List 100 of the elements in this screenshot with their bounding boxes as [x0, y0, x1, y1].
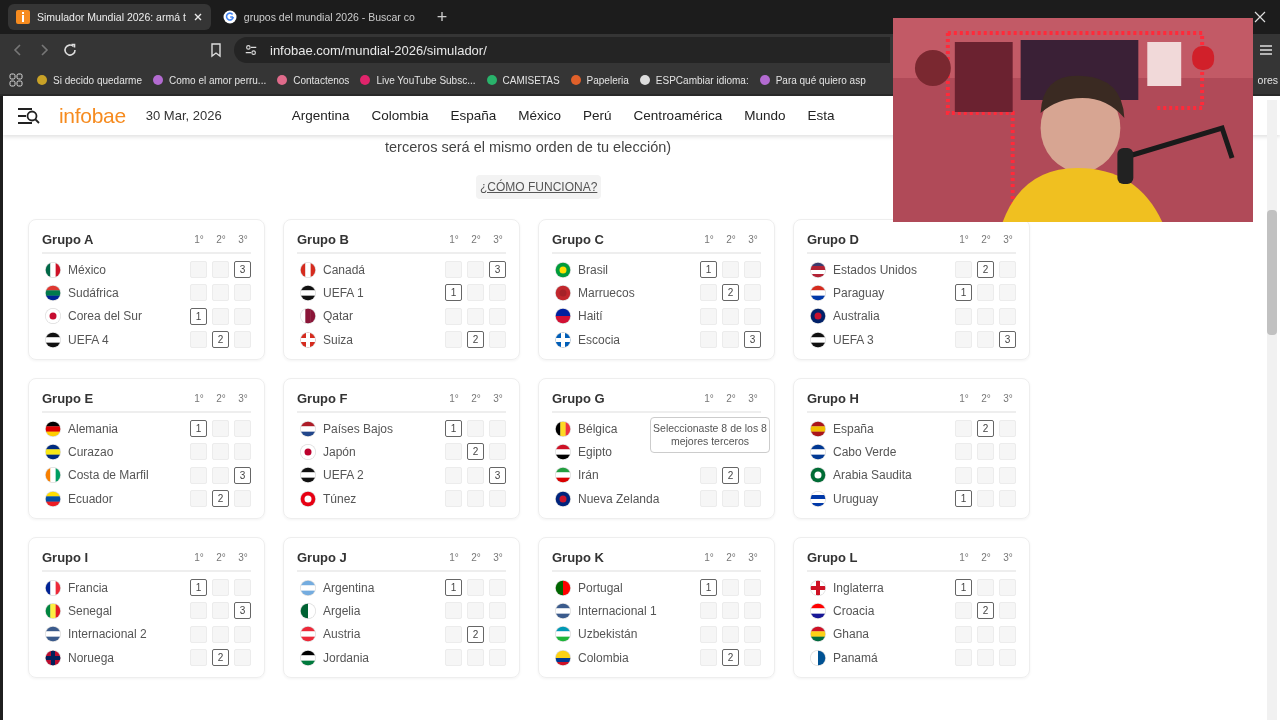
team-name: Brasil: [578, 262, 608, 277]
team-name: Internacional 1: [578, 603, 657, 618]
nav-link[interactable]: Esta: [807, 108, 835, 123]
position-checkbox[interactable]: 1: [700, 261, 717, 279]
bookmark[interactable]: Live YouTube Subsc...: [359, 74, 476, 86]
position-header: 2°: [470, 552, 482, 563]
bookmark[interactable]: Como el amor perru...: [151, 74, 267, 86]
team-name: Estados Unidos: [833, 262, 918, 277]
position-checkbox[interactable]: 3: [234, 261, 251, 279]
position-header: 1°: [958, 234, 970, 245]
position-checkbox[interactable]: 2: [467, 625, 484, 643]
position-checkbox[interactable]: 2: [977, 261, 994, 279]
position-header: 2°: [725, 552, 737, 563]
nav-link[interactable]: Argentina: [291, 108, 350, 123]
team-name: Uzbekistán: [578, 627, 638, 642]
position-checkbox[interactable]: 1: [955, 579, 972, 597]
browser-tab[interactable]: Simulador Mundial 2026: armá t: [8, 4, 211, 30]
nav-link[interactable]: Perú: [583, 108, 612, 123]
position-checkbox[interactable]: 3: [489, 466, 506, 484]
team-name: Colombia: [578, 650, 629, 665]
position-checkbox[interactable]: 1: [445, 284, 462, 302]
position-header: 3°: [747, 393, 759, 404]
team-name: Panamá: [833, 650, 878, 665]
other-bookmarks[interactable]: ores: [1257, 74, 1278, 86]
team-name: Inglaterra: [833, 580, 884, 595]
position-header: 1°: [448, 393, 460, 404]
position-checkbox[interactable]: 3: [744, 331, 761, 349]
group-title: Grupo H: [807, 391, 859, 406]
nav-link[interactable]: Mundo: [744, 108, 786, 123]
position-checkbox[interactable]: 2: [977, 420, 994, 438]
team-name: Egipto: [578, 444, 613, 459]
position-header: 1°: [703, 234, 715, 245]
menu-search-icon[interactable]: [17, 106, 41, 125]
bookmark-favicon-icon: [569, 74, 582, 86]
bookmark[interactable]: Para qué quiero asp: [758, 74, 866, 86]
position-checkbox[interactable]: 1: [955, 490, 972, 508]
new-tab-button[interactable]: +: [426, 6, 458, 28]
nav-link[interactable]: España: [450, 108, 497, 123]
position-header: 3°: [1002, 393, 1014, 404]
group-title: Grupo F: [297, 391, 348, 406]
position-checkbox[interactable]: 3: [234, 602, 251, 620]
team-name: Uruguay: [833, 491, 879, 506]
team-name: Noruega: [68, 650, 115, 665]
position-checkbox[interactable]: 3: [999, 331, 1016, 349]
position-checkbox[interactable]: 2: [212, 649, 229, 667]
address-bar[interactable]: infobae.com/mundial-2026/simulador/: [234, 37, 890, 63]
position-header: 2°: [215, 393, 227, 404]
menu-icon[interactable]: [1258, 42, 1274, 58]
team-name: Costa de Marfil: [68, 468, 149, 483]
how-it-works-button[interactable]: ¿CÓMO FUNCIONA?: [476, 175, 602, 199]
position-checkbox[interactable]: 1: [190, 420, 207, 438]
bookmark[interactable]: Papeleria: [569, 74, 629, 86]
position-checkbox[interactable]: 3: [489, 261, 506, 279]
team-name: UEFA 3: [833, 332, 874, 347]
position-checkbox[interactable]: 2: [467, 443, 484, 461]
position-header: 1°: [193, 552, 205, 563]
position-checkbox[interactable]: 1: [445, 579, 462, 597]
position-checkbox[interactable]: 3: [234, 466, 251, 484]
scrollbar[interactable]: [1267, 100, 1277, 720]
position-header: 2°: [980, 234, 992, 245]
bookmark[interactable]: Contactenos: [276, 74, 350, 86]
position-checkbox[interactable]: 1: [700, 579, 717, 597]
position-checkbox[interactable]: 1: [190, 307, 207, 325]
group-title: Grupo L: [807, 550, 858, 565]
site-settings-icon[interactable]: [244, 43, 258, 57]
position-checkbox[interactable]: 1: [445, 420, 462, 438]
nav-link[interactable]: Centroamérica: [633, 108, 723, 123]
team-name: Canadá: [323, 262, 366, 277]
position-checkbox[interactable]: 2: [212, 490, 229, 508]
close-icon[interactable]: [1254, 11, 1266, 23]
position-checkbox[interactable]: 2: [722, 284, 739, 302]
group-title: Grupo E: [42, 391, 94, 406]
group-title: Grupo J: [297, 550, 347, 565]
close-icon[interactable]: [192, 12, 203, 22]
position-header: 2°: [980, 552, 992, 563]
team-name: Cabo Verde: [833, 444, 897, 459]
bookmark-favicon-icon: [359, 74, 372, 86]
position-checkbox[interactable]: 2: [467, 331, 484, 349]
position-checkbox[interactable]: 2: [722, 466, 739, 484]
position-checkbox[interactable]: 2: [212, 331, 229, 349]
bookmark[interactable]: Si decido quedarme: [36, 74, 142, 86]
apps-icon[interactable]: [8, 72, 24, 88]
team-name: Escocia: [578, 332, 621, 347]
position-checkbox[interactable]: 2: [722, 649, 739, 667]
nav-link[interactable]: México: [518, 108, 562, 123]
team-name: Suiza: [323, 332, 354, 347]
position-checkbox[interactable]: 1: [955, 284, 972, 302]
position-header: 1°: [958, 393, 970, 404]
position-checkbox[interactable]: 1: [190, 579, 207, 597]
group-title: Grupo C: [552, 232, 604, 247]
nav-link[interactable]: Colombia: [371, 108, 429, 123]
bookmark-icon[interactable]: [208, 42, 224, 58]
browser-tab[interactable]: grupos del mundial 2026 - Buscar co: [214, 4, 423, 30]
group-title: Grupo I: [42, 550, 89, 565]
team-name: Haití: [578, 309, 603, 324]
position-checkbox[interactable]: 2: [977, 602, 994, 620]
bookmark[interactable]: CAMISETAS: [485, 74, 560, 86]
bookmark[interactable]: ESPCambiar idioma:: [638, 74, 749, 86]
reload-icon[interactable]: [62, 42, 78, 58]
team-name: Irán: [578, 468, 599, 483]
